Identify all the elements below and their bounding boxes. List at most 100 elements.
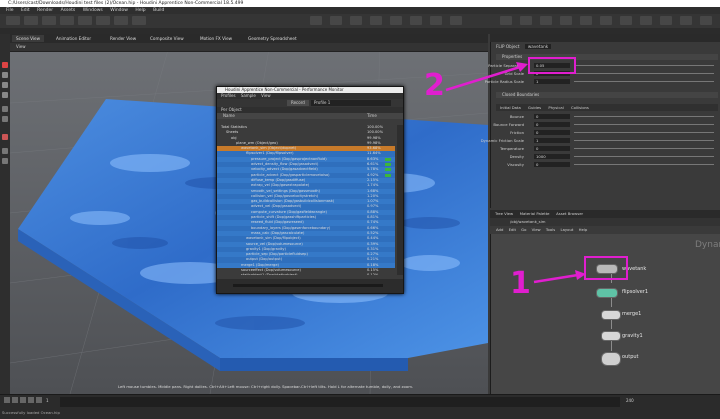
- shelf-tool-button[interactable]: [700, 16, 712, 25]
- menu-render[interactable]: Render: [37, 8, 53, 13]
- menu-edit[interactable]: Edit: [21, 8, 30, 13]
- tab-composite-view[interactable]: Composite View: [146, 35, 188, 42]
- network-editor[interactable]: [490, 210, 720, 394]
- physical-param-slider[interactable]: [574, 148, 714, 149]
- shelf-tool-button[interactable]: [410, 16, 422, 25]
- select-tool-icon[interactable]: [2, 62, 8, 68]
- tab-tree-view[interactable]: Tree View: [495, 211, 513, 216]
- grid-scale-slider[interactable]: [574, 73, 714, 74]
- physical-param-field[interactable]: 0: [534, 146, 570, 151]
- net-menu-add[interactable]: Add: [496, 227, 503, 232]
- tab-physical[interactable]: Physical: [548, 105, 563, 110]
- profile-select[interactable]: Profile 1: [311, 100, 391, 106]
- play-icon[interactable]: [28, 397, 34, 403]
- shelf-tool-button[interactable]: [310, 16, 322, 25]
- shelf-tool-button[interactable]: [78, 16, 92, 25]
- menu-assets[interactable]: Assets: [61, 8, 76, 13]
- stop-icon[interactable]: [20, 397, 26, 403]
- menu-windows[interactable]: Windows: [83, 8, 103, 13]
- move-tool-icon[interactable]: [2, 72, 8, 78]
- tab-initial-data[interactable]: Initial Data: [500, 105, 521, 110]
- particle-radius-slider[interactable]: [574, 81, 714, 82]
- perf-timeline-slider[interactable]: [233, 284, 383, 287]
- rotate-tool-icon[interactable]: [2, 82, 8, 88]
- shelf-tool-button[interactable]: [6, 16, 20, 25]
- shelf-tool-button[interactable]: [580, 16, 592, 25]
- perf-tree-row[interactable]: staticobject1 (Dop/staticobject) 0.12%: [217, 273, 395, 275]
- shelf-tool-button[interactable]: [560, 16, 572, 25]
- tab-render-view[interactable]: Render View: [106, 35, 141, 42]
- shelf-tool-button[interactable]: [370, 16, 382, 25]
- particle-radius-field[interactable]: 1: [534, 79, 570, 84]
- record-button[interactable]: Record: [287, 100, 309, 106]
- shelf-tool-button[interactable]: [350, 16, 362, 25]
- column-name-header[interactable]: Name: [223, 113, 235, 119]
- tab-asset-browser[interactable]: Asset Browser: [556, 211, 583, 216]
- shelf-tool-button[interactable]: [450, 16, 462, 25]
- scale-tool-icon[interactable]: [2, 92, 8, 98]
- net-menu-layout[interactable]: Layout: [560, 227, 573, 232]
- physical-param-field[interactable]: 0: [534, 122, 570, 127]
- shelf-tool-button[interactable]: [330, 16, 342, 25]
- net-menu-go[interactable]: Go: [521, 227, 526, 232]
- rewind-icon[interactable]: [4, 397, 10, 403]
- tab-geometry-spreadsheet[interactable]: Geometry Spreadsheet: [244, 35, 301, 42]
- node-flipsolver1[interactable]: [596, 288, 618, 298]
- physical-param-field[interactable]: 1000: [534, 154, 570, 159]
- tab-animation-editor[interactable]: Animation Editor: [52, 35, 96, 42]
- node-merge1[interactable]: [601, 310, 621, 320]
- physical-param-field[interactable]: 0: [534, 130, 570, 135]
- view-tool-icon[interactable]: [2, 116, 8, 122]
- end-frame[interactable]: 240: [626, 398, 634, 403]
- physical-param-field[interactable]: 0: [534, 162, 570, 167]
- magnet-icon[interactable]: [2, 134, 8, 140]
- shelf-tool-button[interactable]: [540, 16, 552, 25]
- shelf-tool-button[interactable]: [114, 16, 128, 25]
- physical-param-field[interactable]: 0: [534, 114, 570, 119]
- shelf-tool-button[interactable]: [600, 16, 612, 25]
- column-time-header[interactable]: Time: [367, 113, 377, 119]
- shelf-tool-button[interactable]: [640, 16, 652, 25]
- perf-menu-sample[interactable]: Sample: [241, 93, 256, 98]
- tab-motion-fx-view[interactable]: Motion FX View: [196, 35, 237, 42]
- shelf-tool-button[interactable]: [60, 16, 74, 25]
- render-region-icon[interactable]: [2, 158, 8, 164]
- handle-tool-icon[interactable]: [2, 106, 8, 112]
- menu-file[interactable]: File: [6, 8, 14, 13]
- tab-scene-view[interactable]: Scene View: [12, 35, 45, 42]
- net-menu-tools[interactable]: Tools: [546, 227, 555, 232]
- physical-param-slider[interactable]: [574, 124, 714, 125]
- play-back-icon[interactable]: [12, 397, 18, 403]
- shelf-tool-button[interactable]: [680, 16, 692, 25]
- tab-collisions[interactable]: Collisions: [571, 105, 589, 110]
- tab-per-object[interactable]: Per Object: [221, 107, 242, 112]
- net-menu-edit[interactable]: Edit: [509, 227, 516, 232]
- menu-help[interactable]: Help: [135, 8, 145, 13]
- perf-menu-view[interactable]: View: [261, 93, 271, 98]
- physical-param-slider[interactable]: [574, 140, 714, 141]
- shelf-tool-button[interactable]: [132, 16, 146, 25]
- pose-tool-icon[interactable]: [2, 148, 8, 154]
- shelf-tool-button[interactable]: [660, 16, 672, 25]
- physical-param-slider[interactable]: [574, 156, 714, 157]
- physical-param-slider[interactable]: [574, 164, 714, 165]
- tab-material-palette[interactable]: Material Palette: [520, 211, 550, 216]
- shelf-tool-button[interactable]: [24, 16, 38, 25]
- shelf-tool-button[interactable]: [620, 16, 632, 25]
- node-gravity1[interactable]: [601, 331, 621, 341]
- tab-guides[interactable]: Guides: [528, 105, 541, 110]
- perf-scrollbar[interactable]: [397, 125, 403, 275]
- perf-menu-profiles[interactable]: Profiles: [221, 93, 236, 98]
- shelf-tool-button[interactable]: [520, 16, 532, 25]
- shelf-tool-button[interactable]: [500, 16, 512, 25]
- physical-param-field[interactable]: 1: [534, 138, 570, 143]
- physical-param-slider[interactable]: [574, 132, 714, 133]
- shelf-tool-button[interactable]: [390, 16, 402, 25]
- menu-build[interactable]: Build: [153, 8, 164, 13]
- net-menu-view[interactable]: View: [532, 227, 541, 232]
- menu-window[interactable]: Window: [110, 8, 128, 13]
- shelf-tool-button[interactable]: [96, 16, 110, 25]
- particle-separation-slider[interactable]: [574, 65, 714, 66]
- node-name-field[interactable]: wavetank: [524, 44, 552, 49]
- performance-monitor-window[interactable]: Houdini Apprentice Non-Commercial - Perf…: [216, 86, 404, 294]
